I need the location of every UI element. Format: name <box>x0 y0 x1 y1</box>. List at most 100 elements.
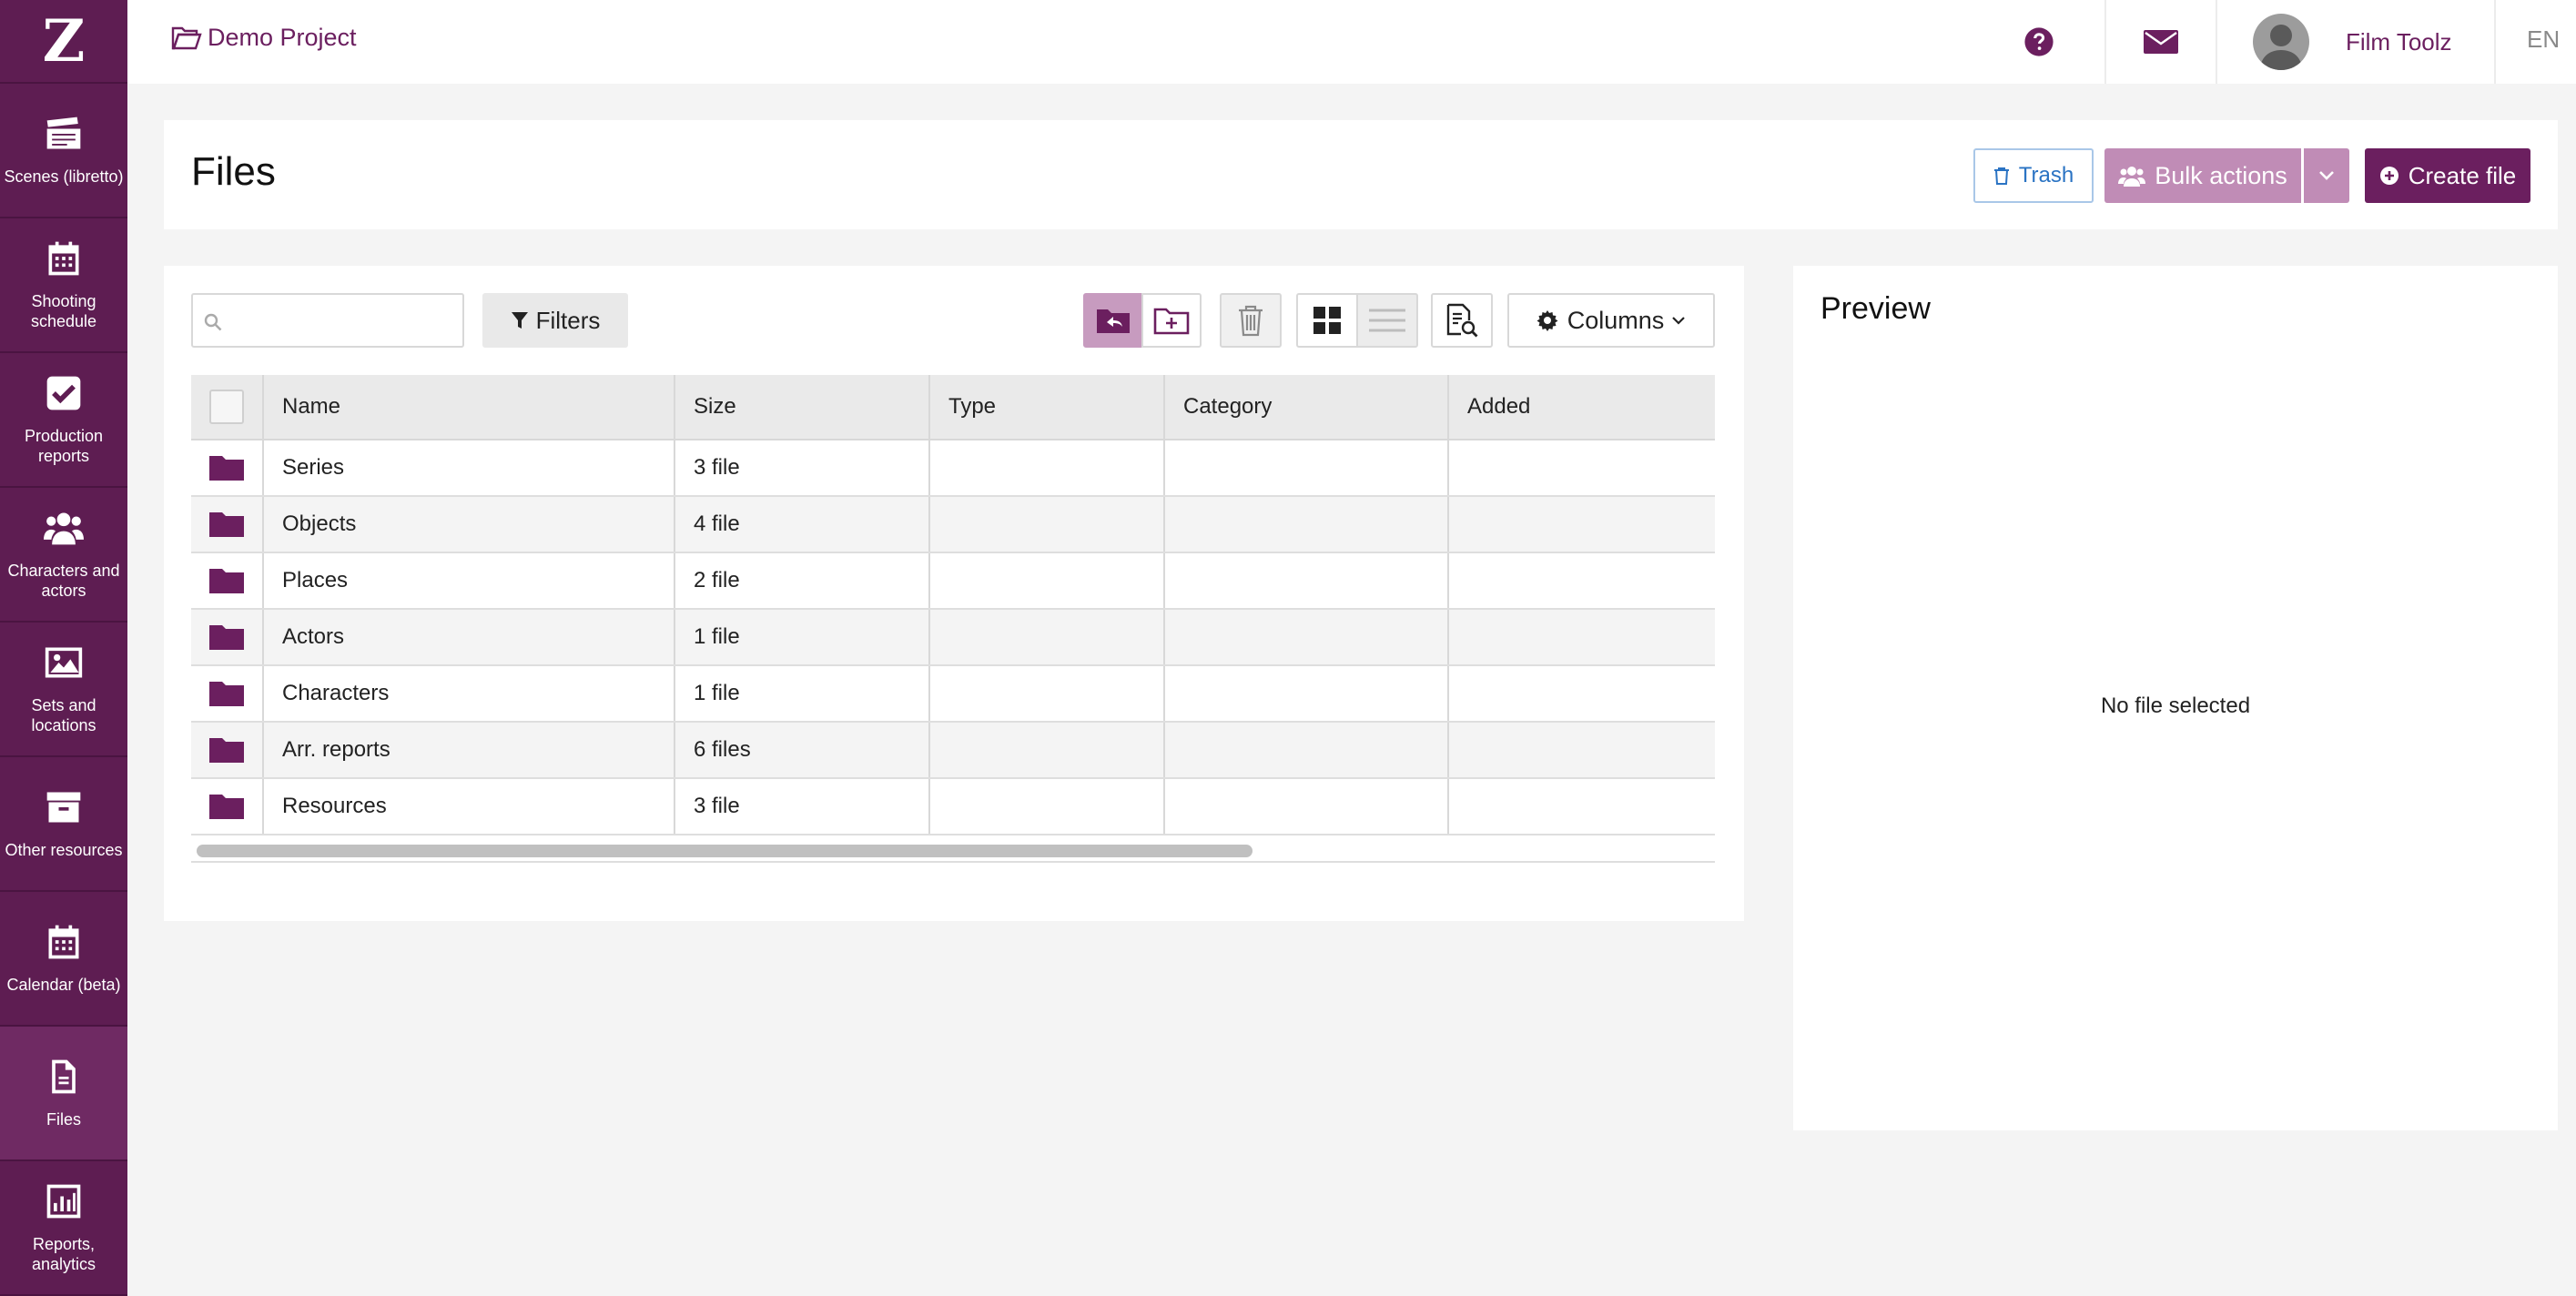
question-circle-icon <box>2024 27 2054 56</box>
table-row[interactable]: Characters 1 file <box>191 666 1715 723</box>
row-category <box>1165 440 1449 495</box>
search-input[interactable] <box>233 302 451 339</box>
sidebar-item-label: Production reports <box>24 427 104 465</box>
row-added <box>1449 440 1715 495</box>
parent-folder-button[interactable] <box>1083 293 1143 348</box>
file-search-button[interactable] <box>1431 293 1493 348</box>
folder-icon <box>209 625 244 650</box>
folder-plus-icon <box>1153 308 1190 335</box>
table-row[interactable]: Objects 4 file <box>191 497 1715 553</box>
row-added <box>1449 779 1715 834</box>
clapperboard-icon <box>46 116 81 149</box>
select-all-checkbox[interactable] <box>209 390 244 424</box>
sidebar-item-label: Other resources <box>5 841 123 859</box>
topbar-divider <box>2216 0 2217 84</box>
row-added <box>1449 666 1715 721</box>
trash-label: Trash <box>2018 163 2074 187</box>
row-name: Actors <box>264 610 675 664</box>
sidebar-item-label: Calendar (beta) <box>6 976 121 994</box>
row-type <box>930 779 1165 834</box>
table-row[interactable]: Arr. reports 6 files <box>191 723 1715 779</box>
sidebar-item-production-reports[interactable]: Production reports <box>0 353 127 488</box>
row-size: 1 file <box>675 610 930 664</box>
row-added <box>1449 723 1715 777</box>
scrollbar-thumb[interactable] <box>197 845 1253 857</box>
table-row[interactable]: Resources 3 file <box>191 779 1715 835</box>
trash-icon <box>1239 305 1263 337</box>
row-type <box>930 610 1165 664</box>
folder-icon <box>209 512 244 537</box>
table-row[interactable]: Series 3 file <box>191 440 1715 497</box>
chevron-down-icon <box>2319 171 2334 180</box>
column-header-name[interactable]: Name <box>264 375 675 439</box>
checkbox-icon <box>46 376 81 410</box>
column-header-type[interactable]: Type <box>930 375 1165 439</box>
folder-icon <box>209 456 244 481</box>
calendar-icon <box>48 925 79 959</box>
folder-icon <box>209 682 244 706</box>
sidebar-item-shooting-schedule[interactable]: Shooting schedule <box>0 218 127 353</box>
bulk-actions-label: Bulk actions <box>2155 161 2287 189</box>
filter-icon <box>511 312 528 329</box>
search-box[interactable] <box>191 293 464 348</box>
trash-button[interactable]: Trash <box>1973 148 2094 203</box>
table-row[interactable]: Actors 1 file <box>191 610 1715 666</box>
table-row[interactable]: Places 2 file <box>191 553 1715 610</box>
filters-button[interactable]: Filters <box>482 293 628 348</box>
list-view-button[interactable] <box>1356 293 1418 348</box>
sidebar-item-label: Reports, analytics <box>31 1235 96 1273</box>
bulk-actions-button[interactable]: Bulk actions <box>2104 148 2301 203</box>
page-title: Files <box>191 149 276 194</box>
file-browser-panel: Filters Columns Name Size Type Category … <box>164 266 1744 921</box>
horizontal-scrollbar[interactable] <box>191 835 1715 863</box>
row-name: Characters <box>264 666 675 721</box>
gear-icon <box>1536 310 1558 331</box>
user-menu[interactable]: Film Toolz <box>2253 0 2452 84</box>
row-icon-cell <box>191 610 264 664</box>
column-header-added[interactable]: Added <box>1449 375 1715 439</box>
row-name: Series <box>264 440 675 495</box>
sidebar-item-sets-locations[interactable]: Sets and locations <box>0 623 127 757</box>
row-added <box>1449 497 1715 552</box>
image-icon <box>45 647 83 678</box>
search-icon <box>204 313 222 331</box>
table-header: Name Size Type Category Added <box>191 375 1715 440</box>
row-type <box>930 553 1165 608</box>
sidebar-item-scenes[interactable]: Scenes (libretto) <box>0 84 127 218</box>
sidebar-item-files[interactable]: Files <box>0 1027 127 1161</box>
row-added <box>1449 553 1715 608</box>
delete-button[interactable] <box>1220 293 1282 348</box>
sidebar-item-characters-actors[interactable]: Characters and actors <box>0 488 127 623</box>
columns-label: Columns <box>1567 306 1665 334</box>
list-icon <box>1369 309 1405 332</box>
users-icon <box>2118 167 2146 187</box>
preview-empty-message: No file selected <box>2100 694 2251 718</box>
language-switcher[interactable]: EN <box>2527 25 2560 54</box>
row-icon-cell <box>191 497 264 552</box>
row-type <box>930 723 1165 777</box>
help-button[interactable] <box>1993 0 2084 84</box>
row-type <box>930 666 1165 721</box>
grid-view-button[interactable] <box>1296 293 1358 348</box>
sidebar-item-calendar[interactable]: Calendar (beta) <box>0 892 127 1027</box>
folder-icon <box>209 795 244 819</box>
create-file-button[interactable]: Create file <box>2365 148 2530 203</box>
new-folder-button[interactable] <box>1141 293 1202 348</box>
project-switcher[interactable]: Demo Project <box>171 24 357 52</box>
sidebar-item-label: Characters and actors <box>7 562 120 600</box>
grid-icon <box>1313 307 1341 334</box>
row-icon-cell <box>191 553 264 608</box>
column-header-size[interactable]: Size <box>675 375 930 439</box>
columns-button[interactable]: Columns <box>1507 293 1715 348</box>
app-logo[interactable]: Z <box>0 0 127 84</box>
messages-button[interactable] <box>2106 0 2216 84</box>
sidebar-item-reports-analytics[interactable]: Reports, analytics <box>0 1161 127 1296</box>
page-header: Files Trash Bulk actions Create file <box>164 120 2558 229</box>
row-icon-cell <box>191 723 264 777</box>
row-name: Objects <box>264 497 675 552</box>
bulk-actions-dropdown[interactable] <box>2304 148 2349 203</box>
sidebar-item-label: Scenes (libretto) <box>4 167 124 186</box>
avatar <box>2253 14 2309 70</box>
column-header-category[interactable]: Category <box>1165 375 1449 439</box>
sidebar-item-other-resources[interactable]: Other resources <box>0 757 127 892</box>
